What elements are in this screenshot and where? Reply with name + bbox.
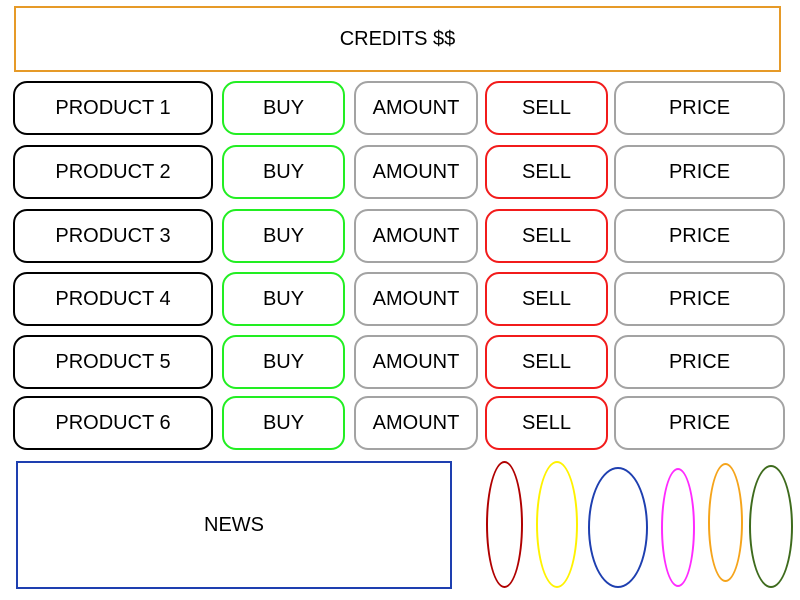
- price-display-4: PRICE: [614, 272, 785, 326]
- price-display-1: PRICE: [614, 81, 785, 135]
- buy-button-6[interactable]: BUY: [222, 396, 345, 450]
- buy-button-4[interactable]: BUY: [222, 272, 345, 326]
- sell-label: SELL: [522, 225, 571, 247]
- buy-label: BUY: [262, 412, 305, 434]
- product-label: PRODUCT 4: [55, 288, 171, 310]
- price-label: PRICE: [668, 161, 731, 183]
- buy-button-3[interactable]: BUY: [222, 209, 345, 263]
- buy-button-5[interactable]: BUY: [222, 335, 345, 389]
- price-display-5: PRICE: [614, 335, 785, 389]
- dark-red-oval-button[interactable]: [486, 461, 523, 588]
- amount-label: AMOUNT: [372, 351, 460, 373]
- price-label: PRICE: [668, 351, 731, 373]
- amount-label: AMOUNT: [372, 161, 460, 183]
- sell-label: SELL: [522, 288, 571, 310]
- sell-label: SELL: [522, 351, 571, 373]
- buy-label: BUY: [262, 351, 305, 373]
- product-label: PRODUCT 2: [55, 161, 171, 183]
- amount-label: AMOUNT: [372, 97, 460, 119]
- product-3-button[interactable]: PRODUCT 3: [13, 209, 213, 263]
- product-label: PRODUCT 3: [55, 225, 171, 247]
- price-display-6: PRICE: [614, 396, 785, 450]
- product-2-button[interactable]: PRODUCT 2: [13, 145, 213, 199]
- magenta-oval-button[interactable]: [661, 468, 695, 587]
- sell-button-2[interactable]: SELL: [485, 145, 608, 199]
- price-display-3: PRICE: [614, 209, 785, 263]
- amount-field-1[interactable]: AMOUNT: [354, 81, 478, 135]
- price-label: PRICE: [668, 225, 731, 247]
- blue-oval-button[interactable]: [588, 467, 648, 588]
- price-label: PRICE: [668, 412, 731, 434]
- product-label: PRODUCT 5: [55, 351, 171, 373]
- yellow-oval-button[interactable]: [536, 461, 578, 588]
- sell-button-4[interactable]: SELL: [485, 272, 608, 326]
- buy-button-1[interactable]: BUY: [222, 81, 345, 135]
- product-5-button[interactable]: PRODUCT 5: [13, 335, 213, 389]
- amount-field-6[interactable]: AMOUNT: [354, 396, 478, 450]
- amount-label: AMOUNT: [372, 412, 460, 434]
- amount-field-2[interactable]: AMOUNT: [354, 145, 478, 199]
- credits-display: CREDITS $$: [14, 6, 781, 72]
- price-display-2: PRICE: [614, 145, 785, 199]
- product-4-button[interactable]: PRODUCT 4: [13, 272, 213, 326]
- buy-button-2[interactable]: BUY: [222, 145, 345, 199]
- product-label: PRODUCT 1: [55, 97, 171, 119]
- buy-label: BUY: [262, 288, 305, 310]
- dark-green-oval-button[interactable]: [749, 465, 793, 588]
- product-1-button[interactable]: PRODUCT 1: [13, 81, 213, 135]
- sell-label: SELL: [522, 412, 571, 434]
- sell-button-1[interactable]: SELL: [485, 81, 608, 135]
- sell-button-6[interactable]: SELL: [485, 396, 608, 450]
- orange-oval-button[interactable]: [708, 463, 743, 582]
- amount-field-4[interactable]: AMOUNT: [354, 272, 478, 326]
- news-panel: NEWS: [16, 461, 452, 589]
- buy-label: BUY: [262, 225, 305, 247]
- amount-label: AMOUNT: [372, 225, 460, 247]
- amount-label: AMOUNT: [372, 288, 460, 310]
- price-label: PRICE: [668, 97, 731, 119]
- news-label: NEWS: [204, 514, 264, 536]
- price-label: PRICE: [668, 288, 731, 310]
- amount-field-5[interactable]: AMOUNT: [354, 335, 478, 389]
- sell-label: SELL: [522, 97, 571, 119]
- buy-label: BUY: [262, 97, 305, 119]
- product-6-button[interactable]: PRODUCT 6: [13, 396, 213, 450]
- buy-label: BUY: [262, 161, 305, 183]
- sell-button-3[interactable]: SELL: [485, 209, 608, 263]
- sell-label: SELL: [522, 161, 571, 183]
- credits-label: CREDITS $$: [339, 28, 456, 50]
- amount-field-3[interactable]: AMOUNT: [354, 209, 478, 263]
- sell-button-5[interactable]: SELL: [485, 335, 608, 389]
- product-label: PRODUCT 6: [55, 412, 171, 434]
